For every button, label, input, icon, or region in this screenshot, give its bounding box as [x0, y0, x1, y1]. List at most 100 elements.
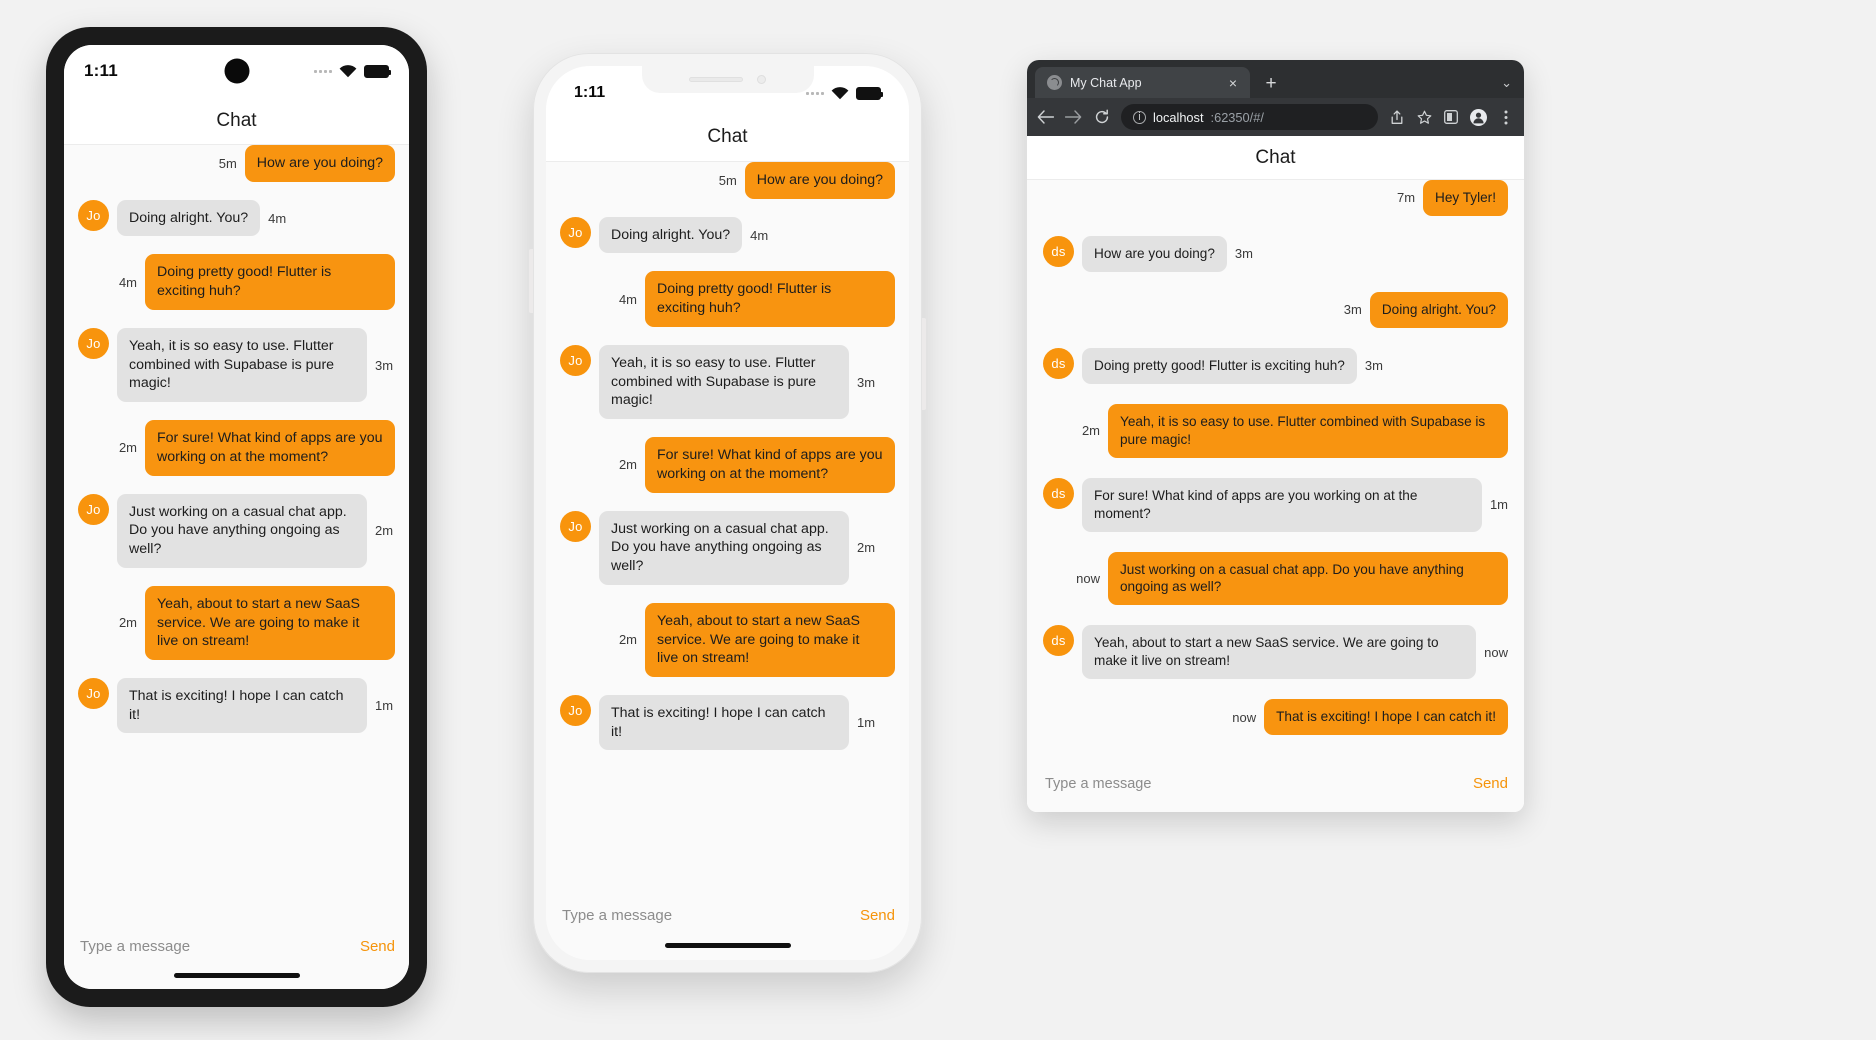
android-message-list[interactable]: 5m How are you doing? Jo Doing alright. You…	[64, 145, 409, 930]
info-circle-icon[interactable]: i	[1133, 110, 1146, 124]
address-host: localhost	[1153, 109, 1204, 125]
camera-punchhole-icon	[224, 58, 249, 84]
message-row: 3m Doing alright. You?	[1027, 291, 1524, 328]
message-bubble: Just working on a casual chat app. Do yo…	[1108, 551, 1508, 606]
iphone-device-frame: 1:11 Chat 5m How are you doing? Jo Doing al…	[529, 53, 926, 973]
home-pill	[173, 972, 300, 978]
android-compose-bar: Type a message Send	[64, 930, 409, 961]
message-row: 2m Yeah, about to start a new SaaS servic…	[546, 602, 909, 678]
message-row: Jo That is exciting! I hope I can catch i…	[64, 678, 409, 734]
arrow-right-icon[interactable]	[1065, 110, 1082, 124]
message-bubble: Yeah, it is so easy to use. Flutter comb…	[599, 344, 849, 420]
message-bubble: How are you doing?	[1082, 235, 1227, 272]
message-timestamp: 5m	[718, 172, 737, 188]
message-bubble: Doing pretty good! Flutter is exciting h…	[1082, 347, 1357, 384]
wifi-icon	[831, 86, 849, 100]
reload-icon[interactable]	[1093, 109, 1110, 125]
android-status-bar: 1:11	[64, 45, 409, 97]
message-timestamp: 1m	[375, 698, 394, 714]
message-bubble: That is exciting! I hope I can catch it!	[117, 678, 367, 734]
status-bar-indicators	[806, 86, 883, 100]
side-panel-icon[interactable]	[1443, 110, 1459, 124]
message-timestamp: now	[1076, 570, 1100, 586]
avatar: ds	[1043, 625, 1074, 657]
message-row: now That is exciting! I hope I can catch …	[1027, 699, 1524, 736]
new-tab-button[interactable]: +	[1260, 74, 1282, 93]
front-camera-icon	[757, 75, 766, 84]
wifi-icon	[339, 64, 357, 78]
iphone-home-indicator	[546, 930, 909, 960]
arrow-left-icon[interactable]	[1037, 110, 1054, 124]
send-button[interactable]: Send	[350, 938, 395, 955]
address-bar[interactable]: i localhost :62350/#/	[1121, 104, 1378, 130]
avatar: Jo	[560, 695, 591, 727]
message-timestamp: 2m	[857, 540, 876, 556]
message-bubble: Just working on a casual chat app. Do yo…	[599, 510, 849, 585]
share-icon[interactable]	[1389, 109, 1405, 125]
message-row: ds For sure! What kind of apps are you wo…	[1027, 477, 1524, 532]
browser-tab[interactable]: My Chat App ×	[1035, 67, 1250, 98]
browser-tab-title: My Chat App	[1070, 75, 1142, 90]
message-timestamp: 4m	[118, 274, 137, 290]
send-button[interactable]: Send	[850, 907, 895, 924]
message-bubble: Doing pretty good! Flutter is exciting h…	[645, 271, 895, 327]
avatar: Jo	[78, 678, 109, 710]
message-bubble: Just working on a casual chat app. Do yo…	[117, 493, 367, 568]
message-timestamp: 3m	[1343, 302, 1362, 318]
browser-window: My Chat App × + ⌄ i localhost :62350/#/	[1027, 60, 1524, 812]
signal-dots-icon	[806, 91, 824, 95]
message-bubble: How are you doing?	[244, 145, 395, 182]
avatar: Jo	[560, 216, 591, 248]
status-bar-clock: 1:11	[84, 61, 118, 80]
message-bubble: Doing alright. You?	[117, 199, 261, 237]
globe-icon	[1047, 75, 1062, 90]
android-app-bar: Chat	[64, 97, 409, 145]
message-timestamp: 2m	[118, 615, 137, 631]
message-bubble: Yeah, about to start a new SaaS service.…	[1082, 625, 1477, 680]
message-input[interactable]: Type a message	[560, 907, 850, 924]
message-row: ds Doing pretty good! Flutter is exciting…	[1027, 347, 1524, 384]
browser-tab-strip: My Chat App × + ⌄	[1027, 60, 1524, 98]
browser-message-list[interactable]: 7m Hey Tyler! ds How are you doing? 3m 3m Doin…	[1027, 180, 1524, 761]
message-row: 5m How are you doing?	[64, 145, 409, 182]
browser-toolbar: i localhost :62350/#/	[1027, 98, 1524, 136]
profile-avatar-icon[interactable]	[1470, 108, 1487, 126]
message-bubble: That is exciting! I hope I can catch it!	[599, 695, 849, 751]
battery-icon	[364, 64, 391, 78]
avatar: ds	[1043, 477, 1074, 509]
avatar: ds	[1043, 347, 1074, 379]
message-bubble: Doing alright. You?	[1369, 291, 1508, 328]
message-row: now Just working on a casual chat app. Do…	[1027, 551, 1524, 606]
iphone-screen: 1:11 Chat 5m How are you doing? Jo Doing al…	[546, 66, 909, 960]
android-home-indicator	[64, 961, 409, 989]
iphone-message-list[interactable]: 5m How are you doing? Jo Doing alright. You…	[546, 162, 909, 899]
message-row: 2m For sure! What kind of apps are you wo…	[64, 420, 409, 476]
android-screen: 1:11 Chat 5m How are you doing? Jo Doing al…	[64, 45, 409, 989]
page-title: Chat	[707, 125, 748, 147]
battery-icon	[856, 86, 883, 100]
chevron-down-icon[interactable]: ⌄	[1501, 75, 1516, 91]
message-timestamp: 1m	[857, 715, 876, 731]
notch	[641, 66, 814, 93]
message-bubble: Yeah, it is so easy to use. Flutter comb…	[1108, 403, 1508, 458]
speaker-grille-icon	[689, 77, 743, 82]
message-timestamp: 2m	[118, 440, 137, 456]
message-input[interactable]: Type a message	[1043, 776, 1463, 792]
close-icon[interactable]: ×	[1224, 76, 1242, 90]
message-timestamp: 4m	[750, 227, 769, 243]
message-timestamp: 5m	[218, 155, 237, 171]
three-dot-menu-icon[interactable]	[1498, 110, 1514, 125]
screenshot-stage: 1:11 Chat 5m How are you doing? Jo Doing al…	[0, 0, 1876, 1040]
status-bar-indicators	[314, 64, 391, 78]
star-icon[interactable]	[1416, 110, 1432, 125]
avatar: Jo	[78, 199, 109, 231]
message-input[interactable]: Type a message	[78, 938, 350, 955]
message-bubble: Yeah, it is so easy to use. Flutter comb…	[117, 327, 367, 403]
message-timestamp: now	[1484, 644, 1508, 660]
browser-compose-bar: Type a message Send	[1027, 761, 1524, 812]
message-timestamp: now	[1232, 709, 1257, 725]
message-row: Jo That is exciting! I hope I can catch i…	[546, 695, 909, 751]
send-button[interactable]: Send	[1463, 775, 1508, 792]
message-bubble: That is exciting! I hope I can catch it!	[1264, 699, 1508, 736]
address-path: :62350/#/	[1210, 109, 1264, 125]
